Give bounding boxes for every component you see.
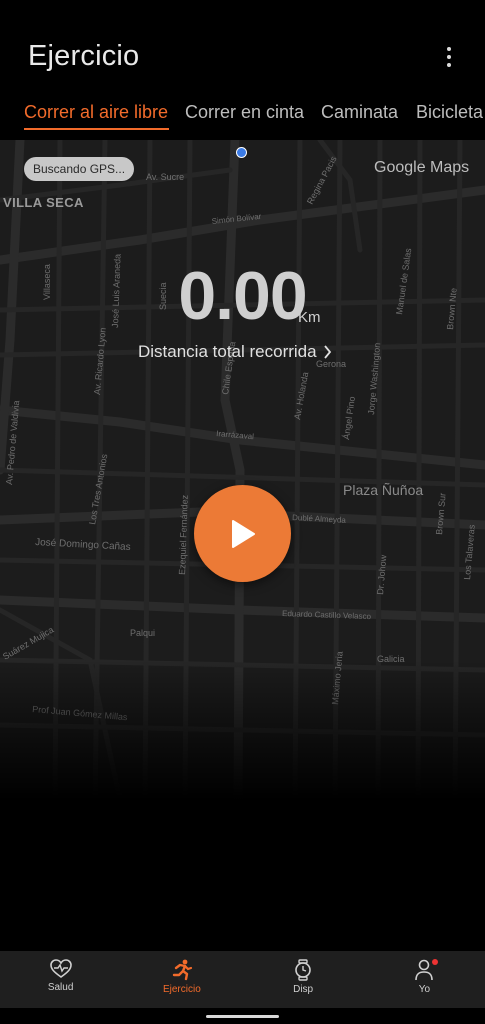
chevron-right-icon xyxy=(323,345,331,359)
start-workout-button[interactable] xyxy=(194,485,291,582)
app-screen: Ejercicio Correr al aire libre Correr en… xyxy=(0,0,485,1024)
svg-text:Brown Sur: Brown Sur xyxy=(434,492,448,535)
watch-icon xyxy=(295,959,311,981)
street-label: Av. Sucre xyxy=(146,172,184,182)
distance-unit: Km xyxy=(298,309,321,326)
play-icon xyxy=(231,519,255,548)
active-tab-indicator xyxy=(24,128,169,130)
exercise-tabs: Correr al aire libre Correr en cinta Cam… xyxy=(0,98,485,138)
more-options-button[interactable] xyxy=(432,40,466,74)
map-bottom-fade xyxy=(0,660,485,800)
svg-text:Suárez Mujica: Suárez Mujica xyxy=(1,625,55,662)
nav-label: Yo xyxy=(418,984,431,995)
svg-text:Dublé Almeyda: Dublé Almeyda xyxy=(292,513,347,525)
svg-text:José Domingo Cañas: José Domingo Cañas xyxy=(35,537,131,553)
distance-goal-link[interactable]: Distancia total recorrida xyxy=(138,342,332,362)
nav-label: Salud xyxy=(47,982,74,993)
heart-pulse-icon xyxy=(49,959,72,978)
google-maps-attribution: Google Maps xyxy=(374,159,470,176)
more-vertical-icon xyxy=(447,47,451,67)
nav-item-salud[interactable]: Salud xyxy=(0,951,121,1008)
notification-badge xyxy=(431,959,438,965)
tab-bicycle[interactable]: Bicicleta xyxy=(416,102,483,123)
gps-status-chip: Buscando GPS... xyxy=(24,157,135,181)
home-indicator[interactable] xyxy=(206,1015,279,1018)
svg-text:Av. Ricardo Lyon: Av. Ricardo Lyon xyxy=(92,327,108,395)
nav-label: Disp xyxy=(293,984,314,995)
svg-text:Ángel Pino: Ángel Pino xyxy=(341,396,357,441)
page-title: Ejercicio xyxy=(28,40,140,72)
nav-item-disp[interactable]: Disp xyxy=(243,951,364,1008)
district-label: VILLA SECA xyxy=(3,195,84,210)
distance-value: 0.00 xyxy=(178,258,307,334)
header: Ejercicio Correr al aire libre Correr en… xyxy=(0,0,485,140)
svg-text:Dr. Johow: Dr. Johow xyxy=(375,554,388,595)
tab-walk[interactable]: Caminata xyxy=(321,102,398,123)
distance-label-text: Distancia total recorrida xyxy=(138,342,317,361)
tab-outdoor-run[interactable]: Correr al aire libre xyxy=(24,102,168,123)
gps-location-dot xyxy=(236,147,247,158)
runner-icon xyxy=(172,959,192,981)
svg-text:Palqui: Palqui xyxy=(130,628,155,638)
nav-item-yo[interactable]: Yo xyxy=(364,951,485,1008)
tab-treadmill[interactable]: Correr en cinta xyxy=(185,102,304,123)
place-label: Plaza Ñuñoa xyxy=(343,482,424,498)
map-view[interactable]: Av. Sucre Simón Bolívar Regina Pacis Vil… xyxy=(0,140,485,800)
nav-item-ejercicio[interactable]: Ejercicio xyxy=(121,951,242,1008)
bottom-navigation: Salud Ejercicio Disp Yo xyxy=(0,951,485,1008)
svg-text:Regina Pacis: Regina Pacis xyxy=(305,154,339,206)
svg-text:Av. Holanda: Av. Holanda xyxy=(292,371,310,420)
nav-label: Ejercicio xyxy=(162,984,201,995)
